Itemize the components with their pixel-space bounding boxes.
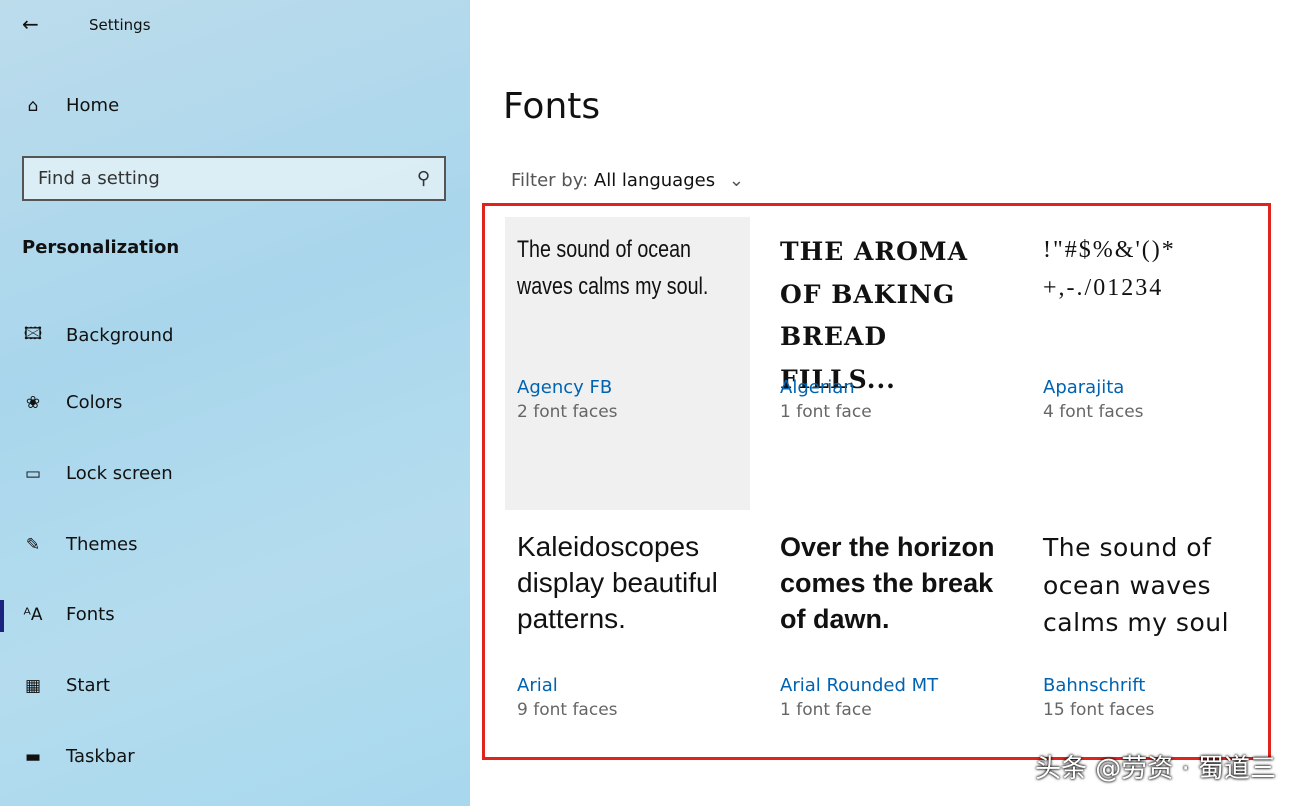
start-icon: ▦	[24, 675, 42, 696]
search-icon: ⚲	[416, 168, 430, 189]
font-name: Aparajita	[1043, 377, 1125, 398]
font-card-arial-rounded-mt[interactable]: Over the horizon comes the break of dawn…	[768, 515, 1013, 740]
font-sample: The sound of ocean waves calms my soul	[1043, 533, 1230, 637]
lock-screen-icon: ▭	[24, 463, 42, 484]
themes-icon: ✎	[25, 534, 41, 555]
nav-label: Taskbar	[66, 746, 135, 767]
chevron-down-icon: ⌄	[728, 170, 744, 191]
font-faces: 1 font face	[780, 700, 872, 720]
nav-label: Colors	[66, 392, 123, 413]
filter-value: All languages	[593, 170, 716, 191]
nav-label: Fonts	[66, 604, 115, 625]
watermark: 头条 @劳资 · 蜀道三	[1034, 754, 1276, 784]
search-input[interactable]: Find a setting ⚲	[22, 156, 446, 201]
palette-icon: ❀	[25, 392, 41, 413]
sidebar: ← Settings ⌂ Home Find a setting ⚲ Persona…	[0, 0, 470, 806]
nav-label: Start	[66, 675, 110, 696]
font-name: Agency FB	[517, 377, 613, 398]
sidebar-item-fonts[interactable]: ᴬA Fonts	[20, 604, 115, 625]
font-card-arial[interactable]: Kaleidoscopes display beautiful patterns…	[505, 515, 750, 740]
font-sample: The sound of ocean waves calms my soul.	[517, 236, 709, 301]
back-arrow-icon[interactable]: ←	[22, 12, 39, 36]
font-name: Bahnschrift	[1043, 675, 1146, 696]
font-faces: 4 font faces	[1043, 402, 1144, 422]
sidebar-item-taskbar[interactable]: ▬ Taskbar	[20, 746, 135, 767]
font-sample: Over the horizon comes the break of dawn…	[780, 532, 995, 635]
font-card-agency-fb[interactable]: The sound of ocean waves calms my soul. …	[505, 217, 750, 510]
font-card-bahnschrift[interactable]: The sound of ocean waves calms my soul B…	[1031, 515, 1276, 740]
fonts-icon: ᴬA	[23, 604, 43, 625]
font-sample: THE AROMA OF BAKING BREAD FILLS...	[780, 237, 969, 394]
filter-label: Filter by:	[511, 170, 589, 191]
active-indicator	[0, 600, 4, 632]
font-name: Arial	[517, 675, 558, 696]
window-title: Settings	[89, 16, 151, 34]
home-icon: ⌂	[27, 95, 39, 116]
nav-label: Lock screen	[66, 463, 173, 484]
sidebar-item-lock-screen[interactable]: ▭ Lock screen	[20, 463, 173, 484]
search-placeholder: Find a setting	[38, 168, 160, 189]
sidebar-item-colors[interactable]: ❀ Colors	[20, 392, 123, 413]
sidebar-item-start[interactable]: ▦ Start	[20, 675, 110, 696]
home-label: Home	[66, 95, 120, 116]
font-faces: 1 font face	[780, 402, 872, 422]
font-sample: Kaleidoscopes display beautiful patterns…	[517, 531, 718, 634]
image-icon: 🖾	[23, 324, 43, 344]
font-card-aparajita[interactable]: !"#$%&'()* +,-./01234 Aparajita 4 font f…	[1031, 217, 1276, 510]
nav-label: Background	[66, 325, 174, 346]
font-card-algerian[interactable]: THE AROMA OF BAKING BREAD FILLS... Alger…	[768, 217, 1013, 510]
section-heading: Personalization	[22, 237, 180, 258]
font-name: Arial Rounded MT	[780, 675, 939, 696]
font-sample: !"#$%&'()* +,-./01234	[1043, 237, 1176, 302]
taskbar-icon: ▬	[24, 746, 42, 767]
font-faces: 9 font faces	[517, 700, 618, 720]
sidebar-item-home[interactable]: ⌂ Home	[20, 95, 120, 116]
page-title: Fonts	[503, 86, 601, 127]
language-filter-dropdown[interactable]: Filter by: All languages ⌄	[511, 170, 744, 191]
nav-label: Themes	[66, 534, 138, 555]
sidebar-item-background[interactable]: 🖾 Background	[20, 321, 174, 350]
sidebar-item-themes[interactable]: ✎ Themes	[20, 534, 138, 555]
font-faces: 2 font faces	[517, 402, 618, 422]
font-faces: 15 font faces	[1043, 700, 1155, 720]
